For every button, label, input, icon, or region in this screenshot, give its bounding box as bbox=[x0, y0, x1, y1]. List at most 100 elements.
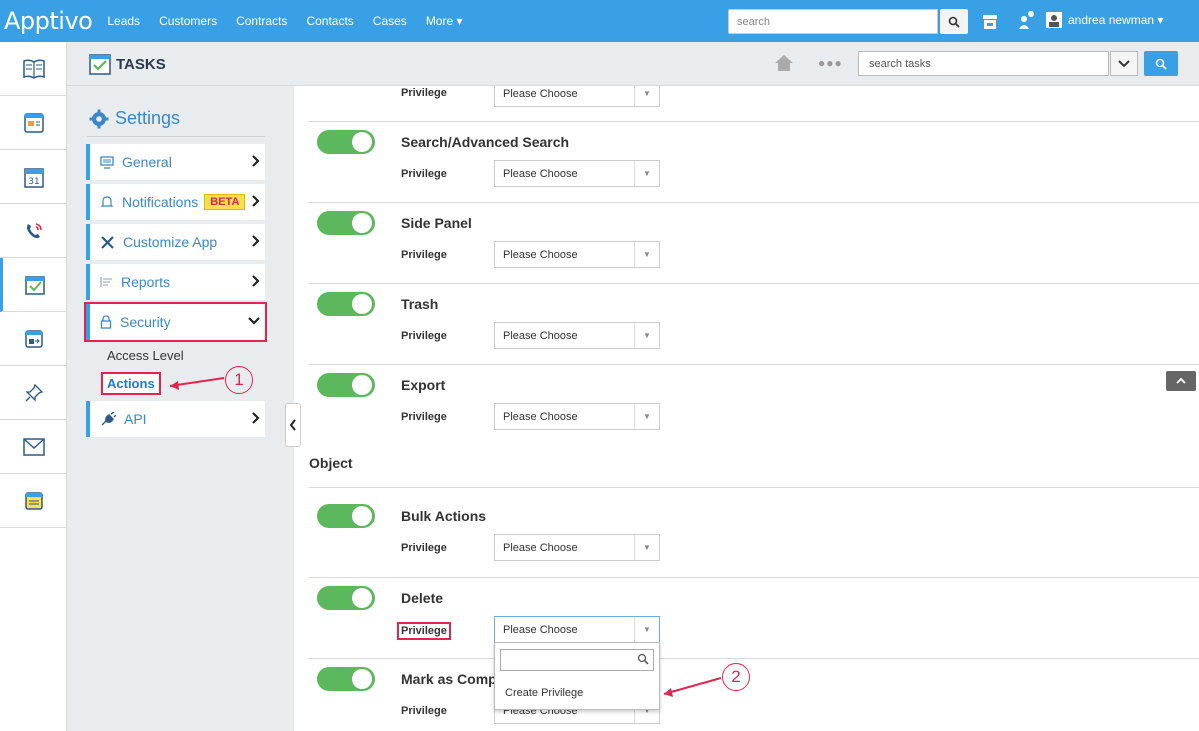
chevron-right-icon bbox=[252, 275, 260, 287]
select-arrow-icon: ▼ bbox=[634, 161, 659, 186]
rail-phone[interactable] bbox=[0, 204, 67, 258]
toggle-switch[interactable] bbox=[317, 504, 375, 528]
privilege-label: Privilege bbox=[401, 168, 447, 180]
home-icon[interactable] bbox=[774, 54, 794, 75]
privilege-label: Privilege bbox=[401, 249, 447, 261]
privilege-label: Privilege bbox=[401, 705, 447, 717]
toggle-switch[interactable] bbox=[317, 586, 375, 610]
user-name: andrea newman ▾ bbox=[1068, 13, 1164, 27]
action-side-panel: Side Panel Privilege Please Choose ▼ bbox=[309, 202, 1199, 283]
rail-book[interactable] bbox=[0, 42, 67, 96]
action-delete: Delete Privilege Please Choose ▼ bbox=[309, 577, 1199, 658]
global-search-button[interactable] bbox=[940, 9, 968, 34]
top-privilege-select[interactable]: Please Choose ▼ bbox=[494, 86, 660, 107]
divider bbox=[309, 487, 1199, 488]
more-options-icon[interactable]: ●●● bbox=[818, 56, 843, 70]
action-mark-as-complete: Mark as Comp Privilege Please Choose ▼ bbox=[309, 658, 1199, 731]
select-arrow-icon: ▼ bbox=[634, 404, 659, 429]
object-section-heading: Object bbox=[309, 455, 353, 471]
toggle-switch[interactable] bbox=[317, 130, 375, 154]
divider bbox=[87, 136, 265, 137]
chevron-up-icon bbox=[1176, 377, 1186, 384]
svg-text:31: 31 bbox=[28, 177, 39, 187]
action-title: Trash bbox=[401, 296, 439, 312]
privilege-select[interactable]: Please Choose ▼ bbox=[494, 160, 660, 187]
monitor-icon bbox=[100, 155, 114, 169]
store-icon[interactable] bbox=[982, 12, 998, 33]
nav-more[interactable]: More ▾ bbox=[426, 14, 463, 28]
user-avatar-icon bbox=[1046, 12, 1062, 28]
nav-contracts[interactable]: Contracts bbox=[236, 14, 287, 28]
apptivo-logo[interactable]: Apptivo bbox=[4, 7, 93, 35]
nav-leads[interactable]: Leads bbox=[107, 14, 140, 28]
menu-general-label: General bbox=[122, 154, 172, 170]
actions-content: Privilege Please Choose ▼ Search/Advance… bbox=[294, 86, 1199, 731]
notes-icon bbox=[24, 491, 43, 510]
privilege-select[interactable]: Please Choose ▼ bbox=[494, 616, 660, 643]
rail-calendar[interactable]: 31 bbox=[0, 150, 67, 204]
task-search-dropdown[interactable] bbox=[1110, 51, 1138, 76]
contact-card-icon bbox=[23, 112, 44, 133]
page-title: TASKS bbox=[116, 56, 166, 73]
privilege-select[interactable]: Please Choose ▼ bbox=[494, 322, 660, 349]
submenu-access-level[interactable]: Access Level bbox=[107, 348, 184, 363]
search-icon bbox=[948, 16, 960, 28]
calendar-icon: 31 bbox=[23, 167, 44, 188]
toggle-switch[interactable] bbox=[317, 373, 375, 397]
select-arrow-icon: ▼ bbox=[634, 617, 659, 642]
menu-security[interactable]: Security bbox=[84, 302, 267, 342]
rail-mail[interactable] bbox=[0, 420, 67, 474]
privilege-select[interactable]: Please Choose ▼ bbox=[494, 403, 660, 430]
book-icon bbox=[22, 58, 45, 79]
global-search-input[interactable]: search bbox=[728, 9, 938, 34]
toggle-switch[interactable] bbox=[317, 292, 375, 316]
menu-api[interactable]: API bbox=[86, 401, 265, 437]
menu-notifications-label: Notifications bbox=[122, 194, 199, 210]
rail-notes[interactable] bbox=[0, 474, 67, 528]
nav-cases[interactable]: Cases bbox=[373, 14, 407, 28]
task-search-button[interactable] bbox=[1144, 51, 1178, 76]
rail-pin[interactable] bbox=[0, 366, 67, 420]
transfer-icon bbox=[24, 329, 43, 348]
chevron-right-icon bbox=[252, 235, 260, 247]
action-title: Mark as Comp bbox=[401, 671, 497, 687]
task-search-input[interactable]: search tasks bbox=[858, 51, 1109, 76]
dropdown-search-input[interactable] bbox=[500, 649, 654, 671]
nav-contacts[interactable]: Contacts bbox=[306, 14, 353, 28]
top-nav: Leads Customers Contracts Contacts Cases… bbox=[107, 14, 481, 28]
toggle-switch[interactable] bbox=[317, 211, 375, 235]
user-menu[interactable]: andrea newman ▾ bbox=[1046, 12, 1163, 28]
rail-card[interactable] bbox=[0, 96, 67, 150]
privilege-select[interactable]: Please Choose ▼ bbox=[494, 241, 660, 268]
pin-icon bbox=[24, 383, 43, 402]
menu-customize-app[interactable]: Customize App bbox=[86, 224, 265, 260]
create-privilege-option[interactable]: Create Privilege bbox=[505, 687, 583, 699]
rail-transfer[interactable] bbox=[0, 312, 67, 366]
action-trash: Trash Privilege Please Choose ▼ bbox=[309, 283, 1199, 364]
privilege-dropdown-menu: Create Privilege bbox=[494, 642, 660, 710]
scroll-to-top-button[interactable] bbox=[1166, 371, 1196, 391]
search-icon bbox=[637, 653, 649, 665]
menu-reports[interactable]: Reports bbox=[86, 264, 265, 300]
nav-customers[interactable]: Customers bbox=[159, 14, 217, 28]
toggle-switch[interactable] bbox=[317, 667, 375, 691]
people-icon[interactable] bbox=[1018, 10, 1036, 33]
privilege-select[interactable]: Please Choose ▼ bbox=[494, 534, 660, 561]
select-arrow-icon: ▼ bbox=[634, 86, 659, 106]
app-rail: 31 bbox=[0, 42, 67, 731]
menu-general[interactable]: General bbox=[86, 144, 265, 180]
tasks-app-icon bbox=[89, 53, 111, 78]
menu-notifications[interactable]: Notifications BETA bbox=[86, 184, 265, 220]
reports-icon bbox=[100, 277, 112, 287]
chevron-right-icon bbox=[252, 155, 260, 167]
submenu-actions[interactable]: Actions bbox=[101, 372, 161, 395]
rail-tasks[interactable] bbox=[0, 258, 67, 312]
select-value: Please Choose bbox=[503, 88, 578, 100]
privilege-label: Privilege bbox=[397, 622, 451, 640]
lock-icon bbox=[100, 315, 112, 329]
bell-icon bbox=[100, 196, 114, 207]
action-export: Export Privilege Please Choose ▼ bbox=[309, 364, 1199, 445]
action-title: Search/Advanced Search bbox=[401, 134, 570, 150]
select-value: Please Choose bbox=[503, 411, 578, 423]
settings-heading: Settings bbox=[89, 108, 180, 129]
